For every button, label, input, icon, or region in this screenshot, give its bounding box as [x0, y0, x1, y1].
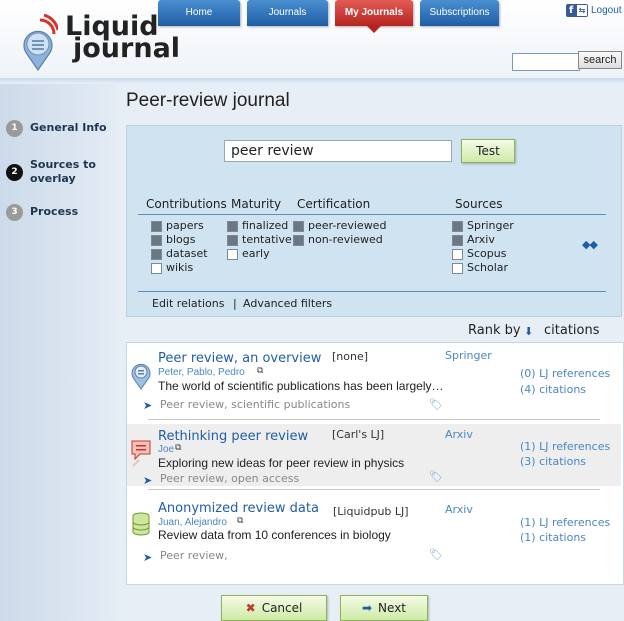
filter-divider [138, 214, 606, 215]
checkbox-springer[interactable]: Springer [452, 219, 514, 233]
result-title-link[interactable]: Anonymized review data [158, 501, 319, 516]
filter-divider-bottom [138, 291, 606, 292]
checkbox-early[interactable]: early [227, 247, 270, 261]
liquid-drop-logo-icon [23, 14, 58, 72]
separator: | [233, 297, 237, 310]
database-icon [132, 512, 150, 536]
external-link-icon[interactable]: ⧉ [175, 443, 181, 453]
checkbox-dataset[interactable]: dataset [151, 247, 208, 261]
next-label: Next [378, 601, 407, 615]
step-number: 3 [6, 204, 23, 221]
step-number: 1 [6, 120, 23, 137]
result-description: The world of scientific publications has… [158, 379, 444, 393]
step-number: 2 [6, 164, 23, 181]
comment-icon [131, 440, 151, 467]
blog-post-icon [131, 363, 151, 390]
result-journal-tag: [none] [332, 350, 369, 363]
step-label: Process [30, 205, 79, 218]
rank-by-label: Rank by [468, 323, 521, 338]
result-keywords: Peer review, open access [160, 472, 300, 485]
result-authors[interactable]: Peter, Pablo, Pedro [158, 367, 245, 378]
tab-journals[interactable]: Journals [247, 0, 328, 26]
checkbox-finalized[interactable]: finalized [227, 219, 288, 233]
step-label: Sources to overlay [30, 158, 96, 185]
result-authors[interactable]: Juan, Alejandro [158, 517, 227, 528]
external-link-icon[interactable]: ⧉ [237, 516, 243, 526]
tab-home[interactable]: Home [158, 0, 240, 26]
external-link-icon[interactable]: ⧉ [257, 366, 263, 376]
result-item: Rethinking peer review [Carl's LJ] Arxiv… [127, 424, 621, 487]
sort-down-arrow-icon[interactable]: ⬇ [524, 325, 533, 338]
query-input[interactable] [224, 140, 452, 162]
page-title: Peer-review journal [126, 90, 290, 111]
result-references-link[interactable]: (0) LJ references [520, 367, 610, 380]
arrow-right-icon: ➡ [361, 601, 373, 615]
app-window: Liquid journal Home Journals My Journals… [0, 0, 624, 621]
result-separator [148, 489, 600, 490]
chevron-right-icon[interactable]: ➤ [143, 399, 152, 412]
checkbox-papers[interactable]: papers [151, 219, 204, 233]
search-input[interactable] [512, 53, 580, 71]
tag-icon[interactable]: 🏷 [429, 398, 443, 411]
result-source[interactable]: Springer [445, 349, 492, 362]
facebook-connect-icon[interactable]: f ⇆ [566, 4, 588, 17]
result-item: Anonymized review data [Liquidpub LJ] Ar… [127, 496, 621, 568]
chevron-right-icon[interactable]: ➤ [143, 551, 152, 564]
checkbox-blogs[interactable]: blogs [151, 233, 195, 247]
cancel-label: Cancel [261, 601, 303, 615]
logout-link[interactable]: Logout [591, 5, 622, 16]
sources-header: Sources [455, 197, 503, 211]
result-references-link[interactable]: (1) LJ references [520, 440, 610, 453]
chevron-right-icon[interactable]: ➤ [143, 474, 152, 487]
checkbox-scopus[interactable]: Scopus [452, 247, 506, 261]
close-icon: ✖ [245, 601, 256, 615]
rank-by-value[interactable]: citations [544, 323, 600, 338]
checkbox-arxiv[interactable]: Arxiv [452, 233, 495, 247]
brand-line2: journal [73, 33, 181, 64]
tab-my-journals[interactable]: My Journals [335, 0, 413, 33]
result-keywords: Peer review, scientific publications [160, 398, 351, 411]
test-button[interactable]: Test [461, 139, 515, 163]
result-journal-tag: [Carl's LJ] [332, 428, 385, 441]
checkbox-non-reviewed[interactable]: non-reviewed [293, 233, 383, 247]
checkbox-wikis[interactable]: wikis [151, 261, 193, 275]
result-separator [148, 419, 600, 420]
certification-header: Certification [297, 197, 371, 211]
checkbox-tentative[interactable]: tentative [227, 233, 292, 247]
result-description: Exploring new ideas for peer review in p… [158, 456, 405, 470]
contributions-header: Contributions [146, 197, 227, 211]
scroll-arrows-icon[interactable]: ◆◆ [582, 238, 598, 251]
result-journal-tag: [Liquidpub LJ] [333, 505, 409, 518]
tab-subscriptions[interactable]: Subscriptions [420, 0, 499, 26]
result-title-link[interactable]: Rethinking peer review [158, 429, 308, 444]
tag-icon[interactable]: 🏷 [429, 548, 443, 561]
result-source[interactable]: Arxiv [445, 428, 473, 441]
result-references-link[interactable]: (1) LJ references [520, 516, 610, 529]
result-title-link[interactable]: Peer review, an overview [158, 351, 321, 366]
checkbox-scholar[interactable]: Scholar [452, 261, 508, 275]
advanced-filters-link[interactable]: Advanced filters [243, 297, 332, 310]
header: Liquid journal Home Journals My Journals… [0, 0, 624, 79]
tag-icon[interactable]: 🏷 [429, 470, 443, 483]
result-authors[interactable]: Joe [158, 444, 174, 455]
edit-relations-link[interactable]: Edit relations [152, 297, 224, 310]
checkbox-peer-reviewed[interactable]: peer-reviewed [293, 219, 386, 233]
result-source[interactable]: Arxiv [445, 503, 473, 516]
search-button[interactable]: search [578, 51, 622, 69]
result-keywords: Peer review, [160, 549, 228, 562]
result-citations-link[interactable]: (4) citations [520, 383, 586, 396]
step-label: General Info [30, 121, 107, 134]
result-description: Review data from 10 conferences in biolo… [158, 528, 391, 542]
result-citations-link[interactable]: (3) citations [520, 455, 586, 468]
result-item: Peer review, an overview [none] Springer… [127, 345, 621, 417]
next-button[interactable]: ➡ Next [340, 595, 428, 621]
maturity-header: Maturity [231, 197, 282, 211]
result-citations-link[interactable]: (1) citations [520, 531, 586, 544]
cancel-button[interactable]: ✖ Cancel [221, 595, 327, 621]
